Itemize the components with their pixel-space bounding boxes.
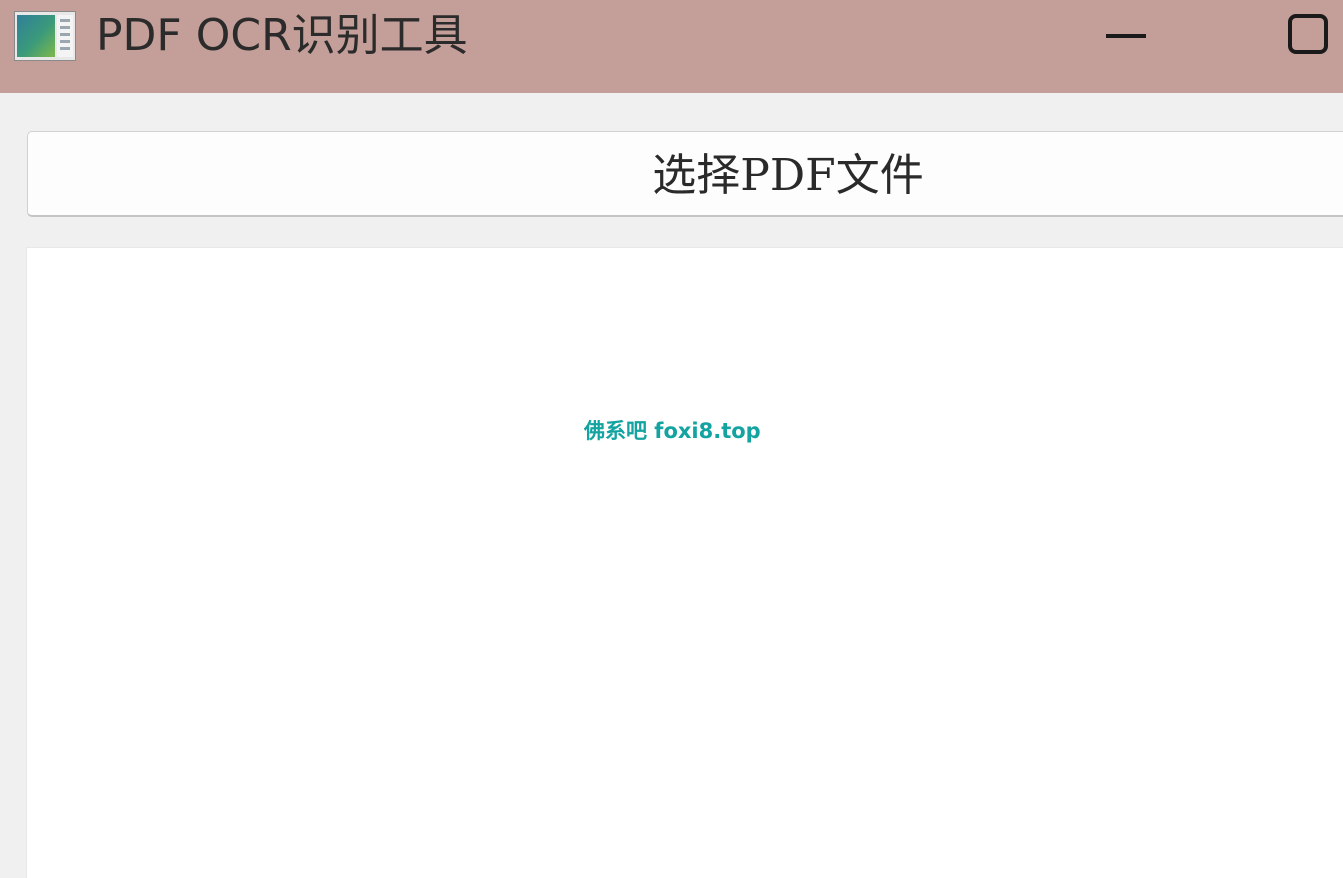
maximize-button[interactable] [1262, 0, 1343, 72]
ocr-result-textarea[interactable] [26, 247, 1343, 878]
watermark-text: 佛系吧 foxi8.top [584, 419, 761, 443]
app-window: PDF OCR识别工具 选择PDF文件 佛系吧 foxi8.top [0, 0, 1343, 878]
window-title: PDF OCR识别工具 [96, 10, 468, 61]
title-bar[interactable]: PDF OCR识别工具 [0, 0, 1343, 93]
select-pdf-button-label: 选择PDF文件 [652, 150, 924, 201]
select-pdf-button[interactable]: 选择PDF文件 [27, 131, 1343, 217]
pdf-document-icon [14, 11, 76, 61]
minimize-button[interactable] [1080, 0, 1170, 72]
